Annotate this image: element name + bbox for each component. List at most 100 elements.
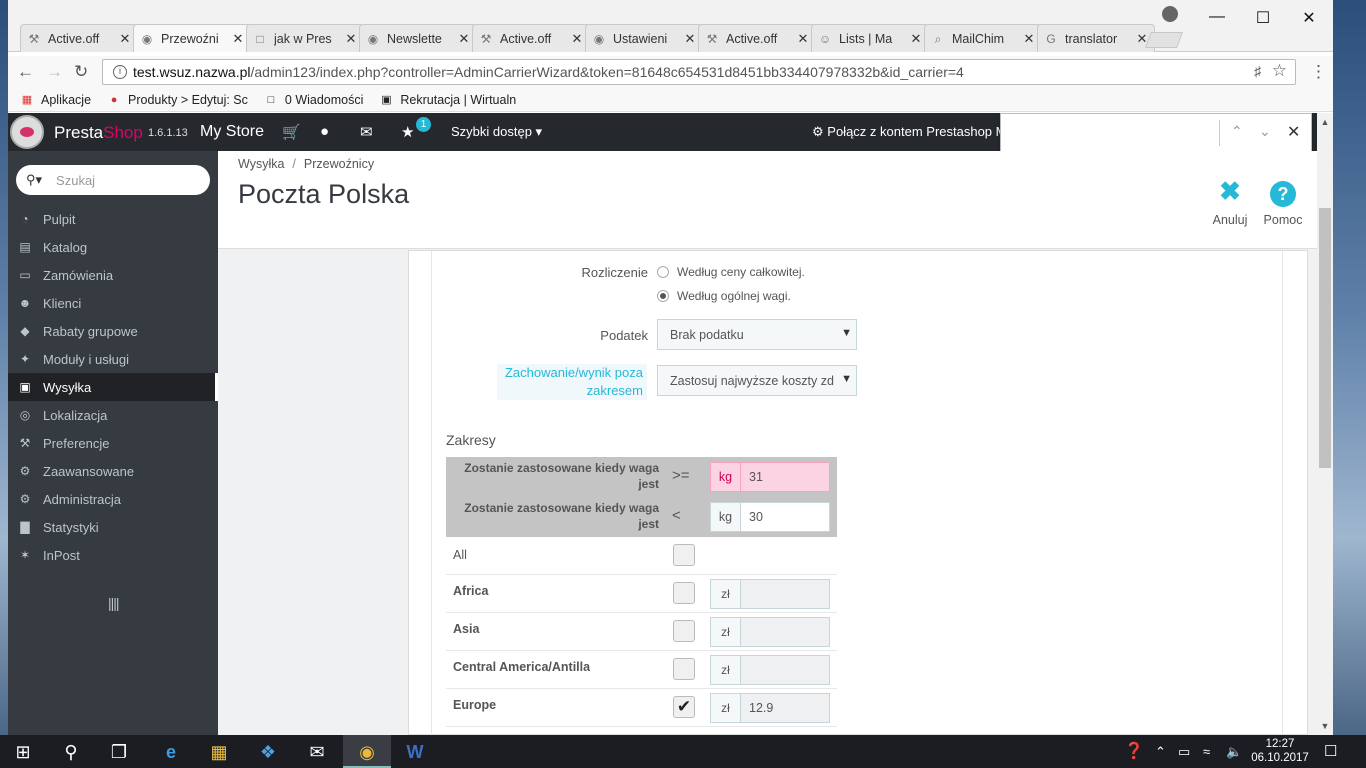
back-icon[interactable]: ← (17, 62, 34, 82)
zone-checkbox[interactable] (673, 658, 695, 680)
close-tab-icon[interactable]: ✕ (345, 31, 357, 47)
sidebar-item[interactable]: ✶ InPost (8, 541, 218, 569)
zone-price-input[interactable]: zł (710, 655, 830, 685)
wifi-icon[interactable]: ≈ (1203, 744, 1210, 759)
store-name[interactable]: My Store (200, 123, 264, 141)
reload-icon[interactable]: ↻ (74, 62, 88, 82)
zone-checkbox[interactable] (673, 582, 695, 604)
envelope-icon[interactable]: ✉ (360, 123, 373, 141)
chevron-up-icon[interactable]: ⌃ (1155, 744, 1166, 760)
radio-button[interactable] (657, 290, 669, 302)
out-of-range-select[interactable]: Zastosuj najwyższe koszty zd ▼ (657, 365, 857, 396)
scroll-down-icon[interactable]: ▼ (1317, 721, 1333, 731)
zone-price-input[interactable]: zł 12.9 (710, 693, 830, 723)
quick-access-menu[interactable]: Szybki dostęp ▾ (451, 124, 542, 140)
clock[interactable]: 12:27 06.10.2017 (1250, 737, 1310, 765)
volume-icon[interactable]: 🔈 (1226, 744, 1242, 760)
browser-tab[interactable]: ⌕ MailChim ✕ (924, 24, 1042, 52)
sidebar-item[interactable]: ⚙ Zaawansowane (8, 457, 218, 485)
browser-tab[interactable]: ⚒ Active.off ✕ (20, 24, 138, 52)
close-tab-icon[interactable]: ✕ (910, 31, 922, 47)
minimize-icon[interactable]: — (1194, 8, 1240, 26)
chrome-icon[interactable]: ◉ (347, 740, 387, 764)
browser-tab[interactable]: ⚒ Active.off ✕ (698, 24, 816, 52)
browser-tab[interactable]: ◉ Newslette ✕ (359, 24, 477, 52)
battery-icon[interactable]: ▭ (1178, 744, 1190, 760)
close-window-icon[interactable]: ✕ (1286, 8, 1332, 28)
sidebar-item[interactable]: ▤ Katalog (8, 233, 218, 261)
sidebar-item[interactable]: ☻ Klienci (8, 289, 218, 317)
range-to-input[interactable]: kg 30 (710, 502, 830, 532)
close-tab-icon[interactable]: ✕ (232, 31, 244, 47)
sidebar-item[interactable]: ✦ Moduły i usługi (8, 345, 218, 373)
sidebar-item[interactable]: ⚒ Preferencje (8, 429, 218, 457)
browser-tab[interactable]: □ jak w Pres ✕ (246, 24, 364, 52)
close-tab-icon[interactable]: ✕ (1023, 31, 1035, 47)
notifications-icon[interactable]: ☐ (1324, 742, 1337, 760)
bookmark-recruitment[interactable]: ▣ Rekrutacja | Wirtualn (379, 93, 516, 107)
range-from-input[interactable]: kg 31 (710, 462, 830, 492)
word-icon[interactable]: W (395, 740, 435, 764)
key-icon[interactable]: ♯ (1254, 63, 1261, 79)
sidebar-item[interactable]: ▭ Zamówienia (8, 261, 218, 289)
close-tab-icon[interactable]: ✕ (119, 31, 131, 47)
bookmark-products[interactable]: ● Produkty > Edytuj: Sc (107, 93, 248, 107)
billing-option-price[interactable]: Według ceny całkowitej. (657, 265, 805, 279)
connect-account-link[interactable]: ⚙ Połącz z kontem Prestashop M (812, 124, 1006, 140)
dropbox-icon[interactable]: ❖ (248, 740, 288, 764)
close-tab-icon[interactable]: ✕ (797, 31, 809, 47)
page-scrollbar[interactable]: ▲ ▼ (1317, 113, 1333, 735)
browser-tab[interactable]: ⚒ Active.off ✕ (472, 24, 590, 52)
breadcrumb-carriers[interactable]: Przewoźnicy (304, 157, 374, 171)
close-tab-icon[interactable]: ✕ (571, 31, 583, 47)
sidebar-item[interactable]: ◎ Lokalizacja (8, 401, 218, 429)
cancel-button[interactable]: ✖ Anuluj (1205, 175, 1255, 227)
menu-icon[interactable]: ⋮ (1310, 62, 1327, 82)
find-next-icon[interactable]: ⌄ (1259, 123, 1271, 140)
trophy-icon[interactable]: ★ (401, 123, 414, 141)
new-tab-button[interactable] (1145, 32, 1183, 48)
zone-checkbox-checked[interactable]: ✔ (673, 696, 695, 718)
cart-icon[interactable]: 🛒 (282, 123, 301, 141)
help-tray-icon[interactable]: ❓ (1124, 741, 1144, 761)
maximize-icon[interactable]: ☐ (1240, 8, 1286, 28)
browser-tab[interactable]: ◉ Ustawieni ✕ (585, 24, 703, 52)
search-icon[interactable]: ⚲ (51, 740, 91, 764)
forward-icon[interactable]: → (46, 62, 63, 82)
browser-tab[interactable]: ☺ Lists | Ma ✕ (811, 24, 929, 52)
close-tab-icon[interactable]: ✕ (458, 31, 470, 47)
info-icon[interactable]: i (113, 65, 127, 79)
bookmark-messages[interactable]: □ 0 Wiadomości (264, 93, 364, 107)
collapse-menu-icon[interactable]: |||| (108, 595, 120, 611)
bookmark-apps[interactable]: ▦ Aplikacje (20, 93, 91, 107)
sidebar-item[interactable]: ◆ Rabaty grupowe (8, 317, 218, 345)
mail-icon[interactable]: ✉ (297, 740, 337, 764)
search-input[interactable]: ⚲▾ Szukaj (16, 165, 210, 195)
close-tab-icon[interactable]: ✕ (684, 31, 696, 47)
scroll-thumb[interactable] (1319, 208, 1331, 468)
sidebar-item[interactable]: ◔ Pulpit (8, 205, 218, 233)
browser-tab[interactable]: Gtranslator ✕ (1037, 24, 1155, 52)
tax-select[interactable]: Brak podatku ▼ (657, 319, 857, 350)
address-bar[interactable]: i test.wsuz.nazwa.pl/admin123/index.php?… (102, 59, 1296, 85)
edge-icon[interactable]: e (151, 740, 191, 764)
zone-checkbox[interactable] (673, 620, 695, 642)
profile-icon[interactable] (1162, 6, 1178, 22)
windows-start-icon[interactable]: ⊞ (3, 740, 43, 764)
find-close-icon[interactable]: ✕ (1287, 122, 1300, 142)
sidebar-item[interactable]: ▇ Statystyki (8, 513, 218, 541)
prestashop-logo[interactable] (10, 115, 44, 149)
user-icon[interactable]: ● (320, 123, 329, 140)
zone-price-input[interactable]: zł (710, 579, 830, 609)
scroll-up-icon[interactable]: ▲ (1317, 117, 1333, 127)
help-button[interactable]: ? Pomoc (1258, 175, 1308, 227)
find-input[interactable] (1009, 120, 1214, 146)
file-explorer-icon[interactable]: ▦ (199, 740, 239, 764)
radio-button[interactable] (657, 266, 669, 278)
find-previous-icon[interactable]: ⌃ (1231, 123, 1243, 140)
zone-checkbox[interactable] (673, 544, 695, 566)
browser-tab[interactable]: ◉ Przewoźni ✕ (133, 24, 251, 52)
sidebar-item[interactable]: ▣ Wysyłka (8, 373, 218, 401)
task-view-icon[interactable]: ❐ (99, 740, 139, 764)
zone-price-input[interactable]: zł (710, 617, 830, 647)
